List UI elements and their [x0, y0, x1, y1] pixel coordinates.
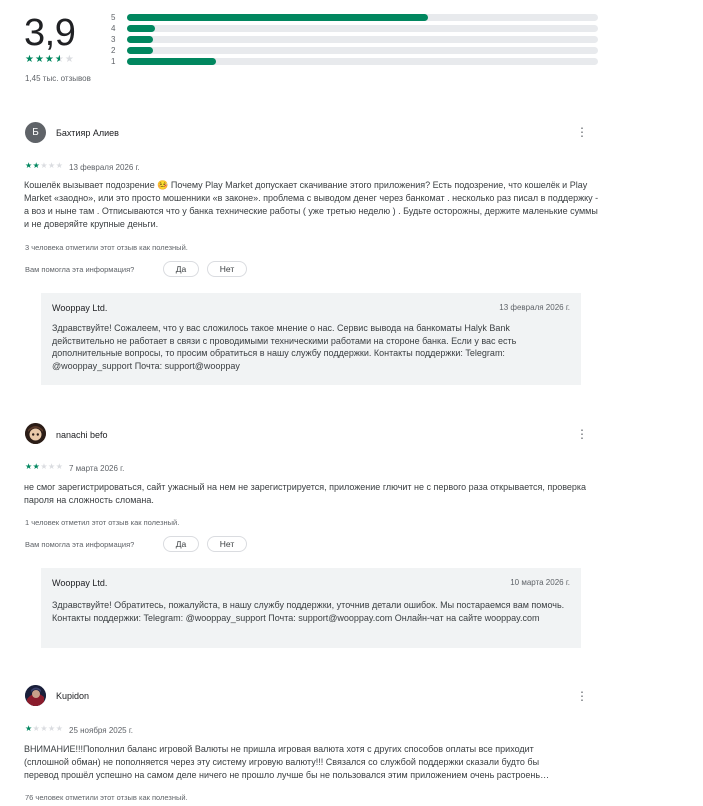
helpful-question: Вам помогла эта информация? — [25, 265, 135, 274]
developer-name: Wooppay Ltd. — [52, 303, 108, 313]
review-text-line: перевод прошёл успешно на самом деле нич… — [24, 770, 550, 780]
more-options-icon[interactable]: ⋮ — [576, 428, 588, 440]
reply-date: 10 марта 2026 г. — [510, 578, 570, 587]
rating-summary: 3,9 ★★★★★ 1,45 тыс. отзывов 5 4 3 2 1 — [0, 0, 703, 100]
histogram-track — [127, 36, 598, 43]
star-empty-icon: ★★★ — [40, 462, 64, 471]
star-icon: ★ — [25, 724, 33, 733]
review-author: nanachi befo — [56, 430, 108, 440]
review-date: 7 марта 2026 г. — [69, 464, 125, 473]
avatar-image — [25, 423, 46, 444]
review-text-line: (сплошной обман) не пополняется через эт… — [24, 757, 540, 767]
histogram-bar — [127, 58, 217, 65]
review-author: Kupidon — [56, 691, 90, 701]
review-stars: ★★★★★ — [25, 161, 63, 171]
avatar — [25, 685, 46, 706]
no-button[interactable]: Нет — [207, 536, 247, 552]
reply-text: Здравствуйте! Сожалеем, что у вас сложил… — [52, 323, 517, 371]
helpful-count: 1 человек отметил этот отзыв как полезны… — [25, 518, 180, 527]
yes-button[interactable]: Да — [163, 536, 199, 552]
half-star-icon: ★ — [54, 54, 65, 65]
star-icon: ★★★ — [25, 54, 55, 65]
histogram-track — [127, 14, 598, 21]
histogram-row: 1 — [111, 56, 601, 67]
histogram-track — [127, 47, 598, 54]
review-text-line: ВНИМАНИЕ!!!Пополнил баланс игровой Валют… — [24, 744, 534, 754]
developer-name: Wooppay Ltd. — [52, 578, 108, 588]
histogram-label: 3 — [111, 35, 116, 44]
histogram-label: 5 — [111, 13, 116, 22]
developer-reply: Wooppay Ltd. 10 марта 2026 г. Здравствуй… — [41, 568, 581, 648]
helpful-count: 3 человека отметили этот отзыв как полез… — [25, 243, 188, 252]
yes-button[interactable]: Да — [163, 261, 199, 277]
review-date: 13 февраля 2026 г. — [69, 163, 140, 172]
histogram-bar — [127, 25, 156, 32]
developer-reply: Wooppay Ltd. 13 февраля 2026 г. Здравств… — [41, 293, 581, 385]
average-stars: ★★★★★ — [25, 55, 75, 65]
histogram-label: 4 — [111, 24, 116, 33]
review-author: Бахтияр Алиев — [56, 128, 119, 138]
no-button[interactable]: Нет — [207, 261, 247, 277]
histogram-row: 3 — [111, 34, 601, 45]
histogram-label: 2 — [111, 46, 116, 55]
star-icon: ★★ — [25, 161, 41, 170]
review-stars: ★★★★★ — [25, 724, 63, 734]
histogram-track — [127, 25, 598, 32]
helpful-count: 76 человек отметили этот отзыв как полез… — [25, 793, 188, 802]
review-count: 1,45 тыс. отзывов — [25, 74, 91, 83]
more-options-icon[interactable]: ⋮ — [576, 126, 588, 138]
histogram-track — [127, 58, 598, 65]
histogram-row: 2 — [111, 45, 601, 56]
histogram-bar — [127, 14, 429, 21]
reply-date: 13 февраля 2026 г. — [499, 303, 570, 312]
histogram-row: 5 — [111, 12, 601, 23]
review-text: Кошелёк вызывает подозрение 🤒 Почему Pla… — [24, 180, 599, 229]
avatar — [25, 423, 46, 444]
reply-text: Здравствуйте! Обратитесь, пожалуйста, в … — [52, 600, 565, 623]
star-empty-icon: ★★★ — [40, 161, 64, 170]
more-options-icon[interactable]: ⋮ — [576, 690, 588, 702]
review-date: 25 ноября 2025 г. — [69, 726, 133, 735]
rating-histogram: 5 4 3 2 1 — [111, 12, 601, 67]
histogram-bar — [127, 36, 153, 43]
review-stars: ★★★★★ — [25, 462, 63, 472]
helpful-question: Вам помогла эта информация? — [25, 540, 135, 549]
star-empty-icon: ★ — [64, 54, 75, 65]
star-empty-icon: ★★★★ — [32, 724, 64, 733]
review-text: не смог зарегистрироваться, сайт ужасный… — [24, 482, 587, 505]
average-rating: 3,9 — [24, 12, 76, 54]
avatar: Б — [25, 122, 46, 143]
histogram-row: 4 — [111, 23, 601, 34]
histogram-bar — [127, 47, 153, 54]
star-icon: ★★ — [25, 462, 41, 471]
avatar-image — [25, 685, 46, 706]
histogram-label: 1 — [111, 57, 116, 66]
